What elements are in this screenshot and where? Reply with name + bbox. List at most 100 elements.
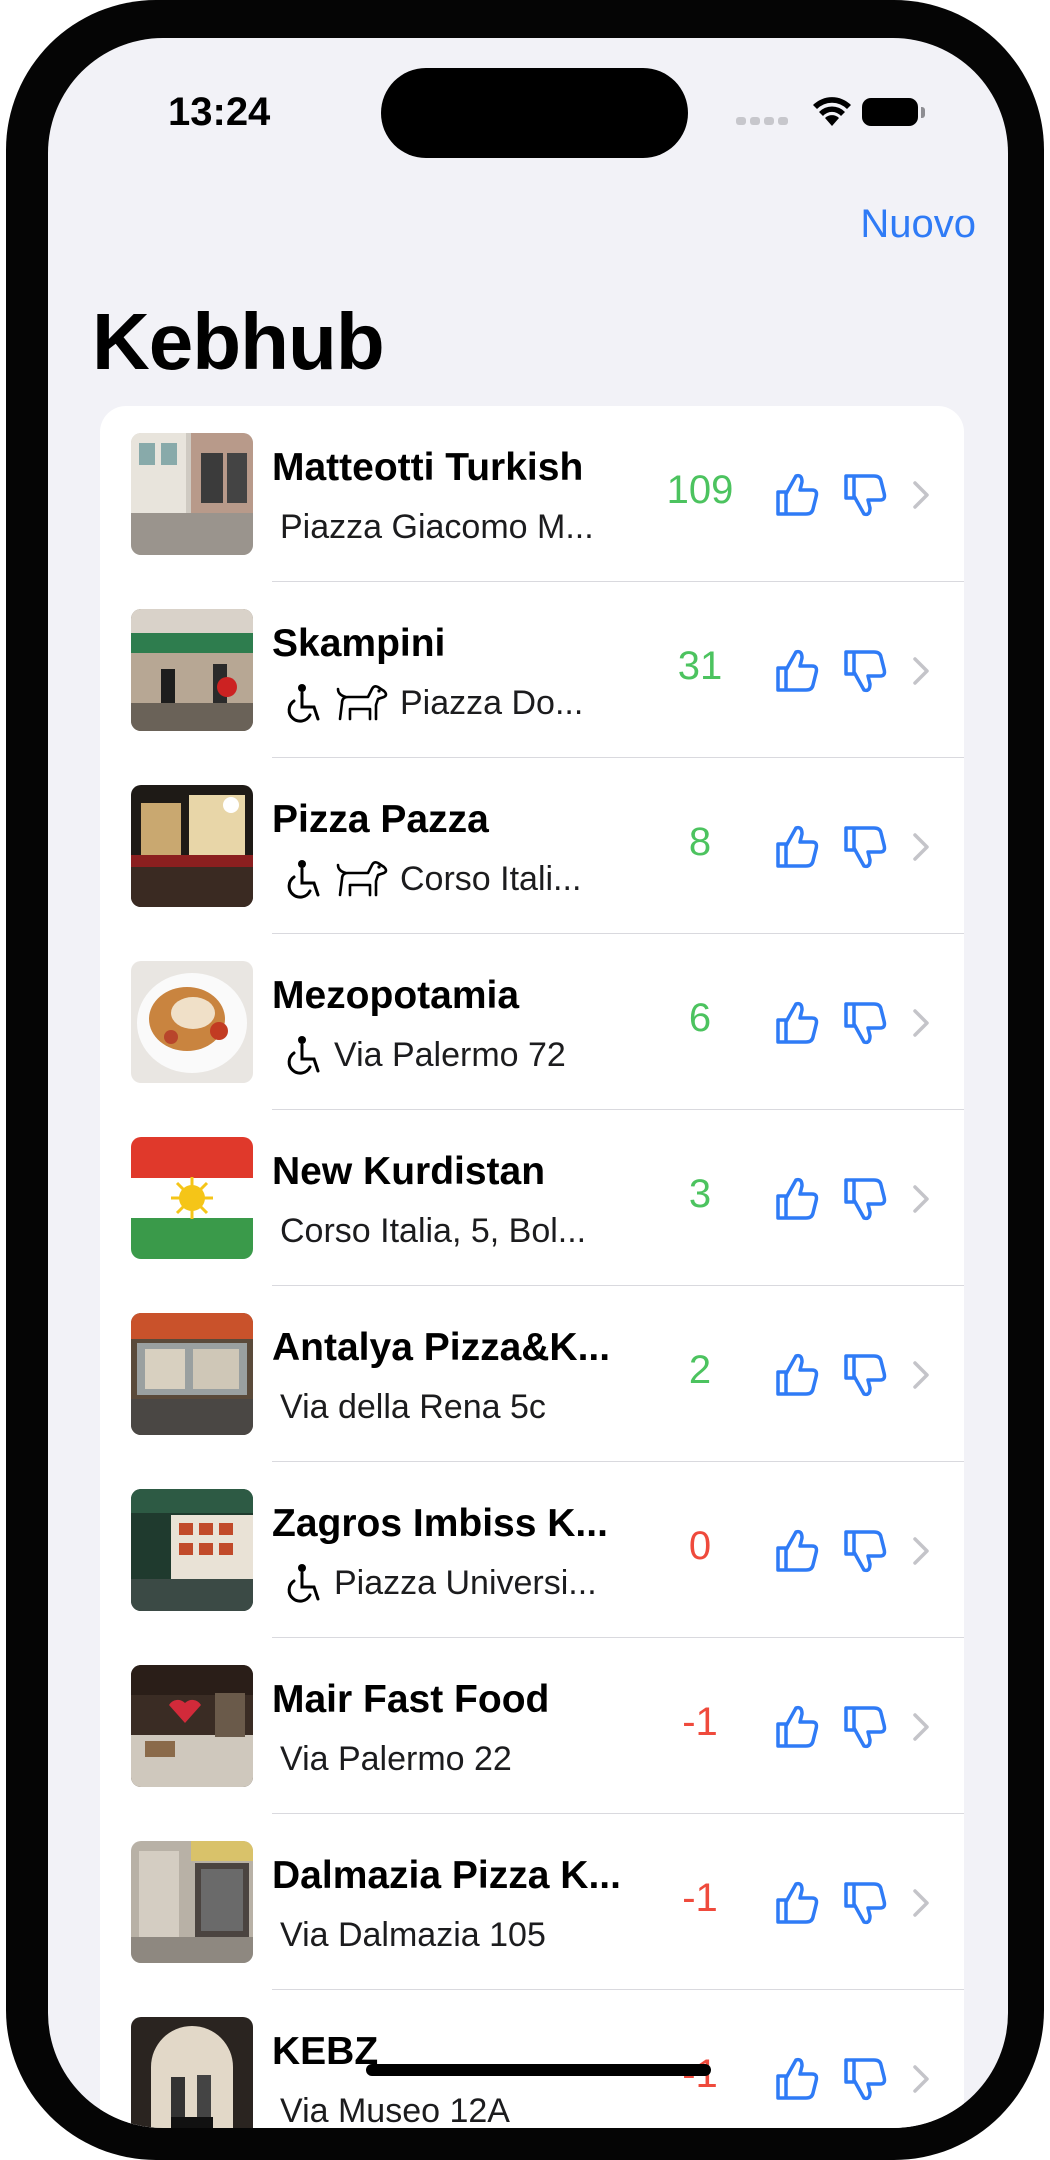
thumbs-up-icon[interactable]: [772, 1702, 822, 1752]
dynamic-island: [381, 68, 688, 158]
chevron-right-icon: [912, 1184, 930, 1214]
status-indicators: [736, 94, 966, 134]
thumbs-down-icon[interactable]: [840, 1174, 890, 1224]
page-title: Kebhub: [92, 297, 385, 386]
restaurant-list: Matteotti Turkish Piazza Giacomo M... 109 S…: [100, 406, 964, 2128]
restaurant-address: Piazza Universi...: [334, 1563, 597, 1602]
restaurant-details: Via Palermo 72: [280, 1030, 660, 1080]
thumbs-up-icon[interactable]: [772, 822, 822, 872]
restaurant-name: Zagros Imbiss K...: [272, 1502, 608, 1545]
vote-score: -1: [682, 1700, 718, 1744]
thumbs-down-icon[interactable]: [840, 998, 890, 1048]
restaurant-row[interactable]: Dalmazia Pizza K... Via Dalmazia 105 -1: [100, 1814, 964, 1990]
vote-score: 109: [666, 468, 734, 512]
restaurant-name: Skampini: [272, 622, 446, 665]
restaurant-row[interactable]: Mair Fast Food Via Palermo 22 -1: [100, 1638, 964, 1814]
restaurant-thumbnail: [131, 1841, 253, 1963]
restaurant-row[interactable]: New Kurdistan Corso Italia, 5, Bol... 3: [100, 1110, 964, 1286]
thumbs-up-icon[interactable]: [772, 1526, 822, 1576]
wheelchair-accessible-icon: [280, 1561, 324, 1605]
vote-score: 0: [688, 1524, 712, 1568]
device-frame: 13:24 Nuovo Kebhub Matteotti Turkish Piaz…: [6, 0, 1044, 2160]
wheelchair-accessible-icon: [280, 1033, 324, 1077]
restaurant-row[interactable]: Matteotti Turkish Piazza Giacomo M... 109: [100, 406, 964, 582]
thumbs-down-icon[interactable]: [840, 1526, 890, 1576]
restaurant-address: Piazza Do...: [400, 683, 584, 722]
restaurant-thumbnail: [131, 785, 253, 907]
wheelchair-accessible-icon: [280, 681, 324, 725]
restaurant-address: Via Museo 12A: [280, 2091, 510, 2129]
restaurant-thumbnail: [131, 433, 253, 555]
chevron-right-icon: [912, 1008, 930, 1038]
thumbs-up-icon[interactable]: [772, 1350, 822, 1400]
thumbs-down-icon[interactable]: [840, 1702, 890, 1752]
restaurant-address: Corso Itali...: [400, 859, 582, 898]
wheelchair-accessible-icon: [280, 857, 324, 901]
restaurant-row[interactable]: Skampini Piazza Do... 31: [100, 582, 964, 758]
restaurant-details: Via della Rena 5c: [280, 1382, 660, 1432]
chevron-right-icon: [912, 1888, 930, 1918]
vote-score: 31: [677, 644, 723, 688]
battery-icon: [862, 98, 925, 126]
restaurant-thumbnail: [131, 2017, 253, 2128]
new-button[interactable]: Nuovo: [860, 202, 976, 247]
vote-score: 2: [688, 1348, 712, 1392]
restaurant-address: Via della Rena 5c: [280, 1387, 546, 1426]
restaurant-thumbnail: [131, 1665, 253, 1787]
restaurant-details: Piazza Do...: [280, 678, 660, 728]
thumbs-up-icon[interactable]: [772, 2054, 822, 2104]
restaurant-name: Antalya Pizza&K...: [272, 1326, 611, 1369]
restaurant-address: Via Dalmazia 105: [280, 1915, 546, 1954]
restaurant-thumbnail: [131, 609, 253, 731]
restaurant-name: Mezopotamia: [272, 974, 520, 1017]
home-indicator[interactable]: [366, 2064, 711, 2076]
thumbs-up-icon[interactable]: [772, 646, 822, 696]
thumbs-down-icon[interactable]: [840, 822, 890, 872]
chevron-right-icon: [912, 1536, 930, 1566]
restaurant-address: Piazza Giacomo M...: [280, 507, 594, 546]
thumbs-up-icon[interactable]: [772, 1174, 822, 1224]
restaurant-details: Via Palermo 22: [280, 1734, 660, 1784]
thumbs-up-icon[interactable]: [772, 470, 822, 520]
status-time: 13:24: [168, 90, 271, 134]
restaurant-name: Pizza Pazza: [272, 798, 489, 841]
dog-friendly-icon: [334, 681, 390, 725]
cellular-signal-icon: [736, 112, 792, 130]
restaurant-details: Corso Itali...: [280, 854, 660, 904]
restaurant-address: Via Palermo 22: [280, 1739, 512, 1778]
restaurant-name: Matteotti Turkish: [272, 446, 584, 489]
restaurant-thumbnail: [131, 1489, 253, 1611]
restaurant-row[interactable]: Antalya Pizza&K... Via della Rena 5c 2: [100, 1286, 964, 1462]
restaurant-address: Via Palermo 72: [334, 1035, 566, 1074]
vote-score: 8: [688, 820, 712, 864]
restaurant-name: Dalmazia Pizza K...: [272, 1854, 621, 1897]
vote-score: -1: [682, 1876, 718, 1920]
restaurant-thumbnail: [131, 961, 253, 1083]
chevron-right-icon: [912, 1712, 930, 1742]
thumbs-down-icon[interactable]: [840, 2054, 890, 2104]
restaurant-name: New Kurdistan: [272, 1150, 546, 1193]
restaurant-details: Piazza Giacomo M...: [280, 502, 660, 552]
vote-score: 3: [688, 1172, 712, 1216]
chevron-right-icon: [912, 656, 930, 686]
chevron-right-icon: [912, 2064, 930, 2094]
thumbs-down-icon[interactable]: [840, 470, 890, 520]
thumbs-down-icon[interactable]: [840, 646, 890, 696]
chevron-right-icon: [912, 1360, 930, 1390]
restaurant-row[interactable]: KEBZVia Museo 12A-1: [100, 1990, 964, 2128]
restaurant-name: Mair Fast Food: [272, 1678, 550, 1721]
restaurant-details: Via Dalmazia 105: [280, 1910, 660, 1960]
vote-score: 6: [688, 996, 712, 1040]
thumbs-down-icon[interactable]: [840, 1878, 890, 1928]
thumbs-up-icon[interactable]: [772, 998, 822, 1048]
chevron-right-icon: [912, 480, 930, 510]
thumbs-up-icon[interactable]: [772, 1878, 822, 1928]
thumbs-down-icon[interactable]: [840, 1350, 890, 1400]
restaurant-thumbnail: [131, 1137, 253, 1259]
restaurant-details: Corso Italia, 5, Bol...: [280, 1206, 660, 1256]
restaurant-thumbnail: [131, 1313, 253, 1435]
restaurant-row[interactable]: Zagros Imbiss K... Piazza Universi... 0: [100, 1462, 964, 1638]
restaurant-details: Via Museo 12A: [280, 2086, 660, 2129]
restaurant-row[interactable]: Mezopotamia Via Palermo 72 6: [100, 934, 964, 1110]
restaurant-row[interactable]: Pizza Pazza Corso Itali... 8: [100, 758, 964, 934]
